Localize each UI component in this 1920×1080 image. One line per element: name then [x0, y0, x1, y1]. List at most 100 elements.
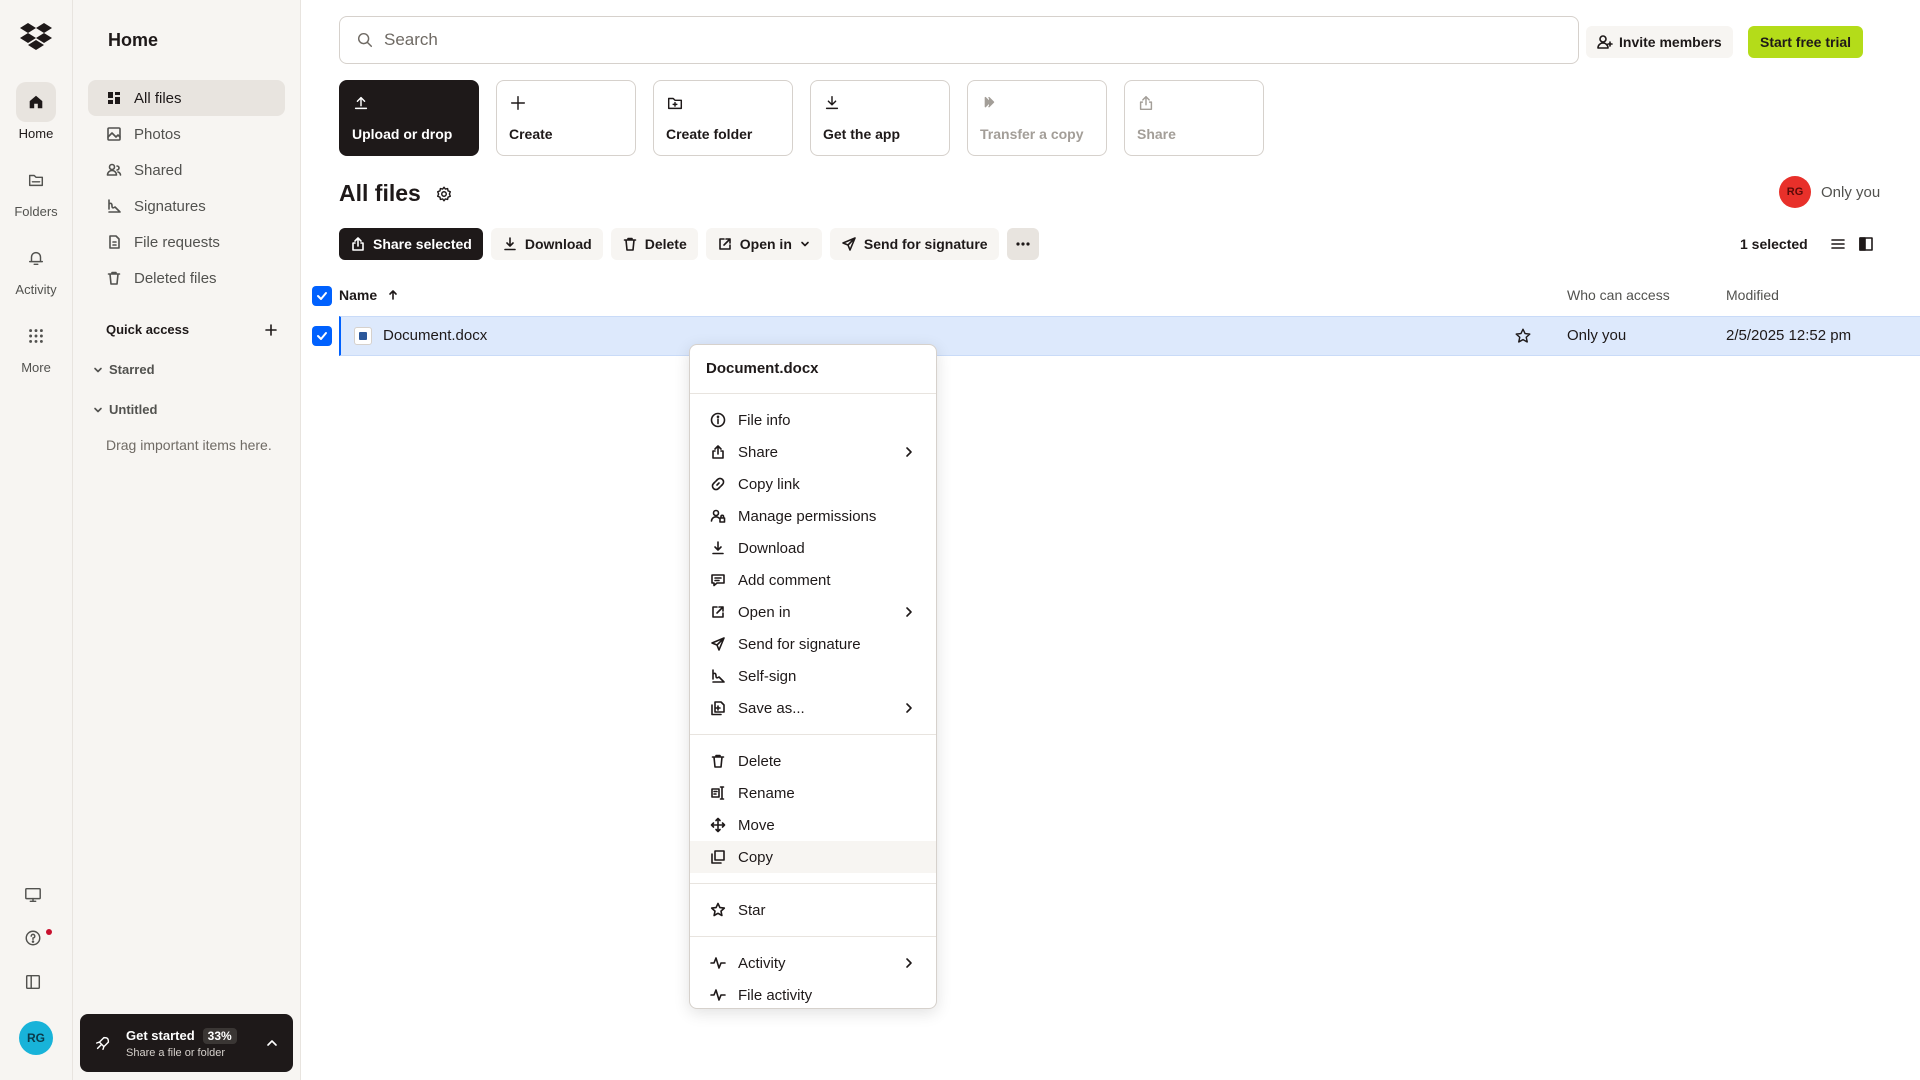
menu-item-open-in[interactable]: Open in	[690, 596, 936, 628]
upload-icon	[354, 96, 368, 110]
menu-item-delete[interactable]: Delete	[690, 745, 936, 777]
menu-item-move[interactable]: Move	[690, 809, 936, 841]
menu-item-file-info[interactable]: File info	[690, 404, 936, 436]
sidebar-nav: All files Photos Shared Signatures File …	[88, 80, 285, 296]
sidebar-item-signatures[interactable]: Signatures	[88, 188, 285, 224]
quick-access-empty-text: Drag important items here.	[106, 437, 272, 453]
menu-item-star[interactable]: Star	[690, 894, 936, 926]
table-row[interactable]: Document.docx Only you 2/5/2025 12:52 pm	[312, 316, 1920, 356]
file-name[interactable]: Document.docx	[383, 327, 487, 344]
row-checkbox[interactable]	[312, 326, 332, 346]
column-name[interactable]: Name	[339, 287, 399, 303]
start-free-trial-button[interactable]: Start free trial	[1748, 26, 1864, 58]
menu-item-copy[interactable]: Copy	[690, 841, 936, 873]
sidebar-item-label: Photos	[134, 125, 181, 143]
menu-item-add-comment[interactable]: Add comment	[690, 564, 936, 596]
link-icon	[711, 477, 725, 491]
quick-access-untitled[interactable]: Untitled	[93, 402, 157, 417]
sidebar-item-deleted-files[interactable]: Deleted files	[88, 260, 285, 296]
page-title-text: All files	[339, 180, 421, 206]
send-for-signature-button[interactable]: Send for signature	[829, 228, 999, 260]
open-in-label: Open in	[739, 236, 792, 252]
quick-access-starred[interactable]: Starred	[93, 362, 155, 377]
menu-item-self-sign[interactable]: Self-sign	[690, 660, 936, 692]
download-label: Download	[524, 236, 592, 252]
download-icon	[712, 541, 724, 555]
rocket-icon	[95, 1036, 110, 1051]
sidebar-item-photos[interactable]: Photos	[88, 116, 285, 152]
chevron-down-icon	[94, 407, 102, 412]
rail-item-activity[interactable]: Activity	[0, 238, 72, 297]
column-who-can-access[interactable]: Who can access	[1567, 287, 1670, 303]
comment-icon	[711, 574, 725, 587]
list-view-icon[interactable]	[1830, 236, 1846, 252]
transfer-icon	[984, 96, 995, 108]
get-started-title: Get started	[126, 1028, 195, 1043]
sidebar-item-all-files[interactable]: All files	[88, 80, 285, 116]
sidebar-item-shared[interactable]: Shared	[88, 152, 285, 188]
context-menu-group: Delete Rename Move Copy	[690, 735, 936, 884]
sidebar-toggle-icon[interactable]	[24, 973, 42, 991]
menu-item-label: Copy link	[738, 475, 800, 493]
rail-item-home[interactable]: Home	[0, 82, 72, 141]
gear-icon[interactable]	[435, 185, 453, 203]
get-the-app-button[interactable]: Get the app	[810, 80, 950, 156]
sidebar-item-label: All files	[134, 89, 182, 107]
open-in-button[interactable]: Open in	[705, 228, 822, 260]
star-icon[interactable]	[1514, 327, 1532, 345]
menu-item-copy-link[interactable]: Copy link	[690, 468, 936, 500]
sidebar-item-file-requests[interactable]: File requests	[88, 224, 285, 260]
details-pane-icon[interactable]	[1858, 236, 1874, 252]
transfer-copy-button[interactable]: Transfer a copy	[967, 80, 1107, 156]
avatar[interactable]: RG	[19, 1021, 53, 1055]
select-all-checkbox[interactable]	[312, 286, 332, 306]
share-icon	[712, 445, 724, 459]
chevron-up-icon[interactable]	[265, 1036, 279, 1050]
menu-item-label: Send for signature	[738, 635, 861, 653]
chevron-down-icon	[94, 367, 102, 372]
invite-members-button[interactable]: Invite members	[1586, 26, 1733, 58]
create-button[interactable]: Create	[496, 80, 636, 156]
menu-item-send-for-signature[interactable]: Send for signature	[690, 628, 936, 660]
folder-icon	[28, 174, 44, 187]
search-bar[interactable]	[339, 16, 1579, 64]
menu-item-manage-permissions[interactable]: Manage permissions	[690, 500, 936, 532]
menu-item-activity[interactable]: Activity	[690, 947, 936, 979]
rail-item-more[interactable]: More	[0, 316, 72, 375]
access-indicator[interactable]: RG Only you	[1779, 176, 1880, 208]
menu-item-save-as[interactable]: Save as...	[690, 692, 936, 724]
rail-item-folders[interactable]: Folders	[0, 160, 72, 219]
create-folder-button[interactable]: Create folder	[653, 80, 793, 156]
download-button[interactable]: Download	[490, 228, 603, 260]
save-as-icon	[711, 701, 725, 716]
menu-item-rename[interactable]: Rename	[690, 777, 936, 809]
add-icon[interactable]	[264, 323, 278, 337]
menu-item-file-activity[interactable]: File activity	[690, 979, 936, 1011]
get-started-subtitle: Share a file or folder	[126, 1046, 226, 1059]
more-actions-button[interactable]	[1006, 228, 1039, 260]
share-selected-button[interactable]: Share selected	[339, 228, 483, 260]
download-icon	[825, 95, 839, 110]
column-modified[interactable]: Modified	[1726, 287, 1779, 303]
delete-button[interactable]: Delete	[610, 228, 698, 260]
menu-item-download[interactable]: Download	[690, 532, 936, 564]
help-icon[interactable]	[24, 929, 42, 947]
menu-item-share[interactable]: Share	[690, 436, 936, 468]
menu-item-label: Self-sign	[738, 667, 797, 685]
search-input[interactable]	[384, 30, 1564, 50]
menu-item-label: Open in	[738, 603, 791, 621]
owner-avatar: RG	[1779, 176, 1811, 208]
open-external-icon	[712, 606, 724, 618]
get-started-panel[interactable]: Get started 33% Share a file or folder	[80, 1014, 293, 1072]
folder-plus-icon	[667, 97, 683, 110]
add-user-icon	[1597, 35, 1613, 49]
menu-item-label: Star	[738, 901, 766, 919]
desktop-app-icon[interactable]	[24, 886, 42, 904]
dropbox-logo-icon[interactable]	[20, 22, 52, 50]
permissions-icon	[710, 509, 726, 523]
upload-button[interactable]: Upload or drop	[339, 80, 479, 156]
share-button[interactable]: Share	[1124, 80, 1264, 156]
starred-label: Starred	[109, 362, 155, 377]
home-icon	[29, 95, 43, 109]
rename-icon	[711, 786, 725, 800]
